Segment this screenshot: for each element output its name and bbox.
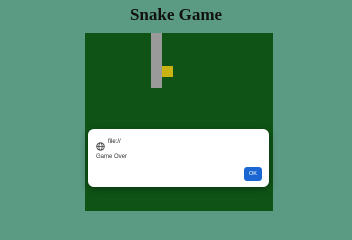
food-item (162, 66, 173, 77)
dialog-message: Game Over (96, 154, 128, 160)
snake-body (151, 33, 162, 88)
dialog-origin: file:// (108, 139, 121, 145)
page-title: Snake Game (129, 5, 223, 24)
ok-button[interactable]: OK (244, 167, 262, 181)
globe-icon (96, 138, 105, 151)
alert-dialog: file:// Game Over OK (88, 129, 269, 187)
dialog-header: file:// (96, 137, 121, 151)
